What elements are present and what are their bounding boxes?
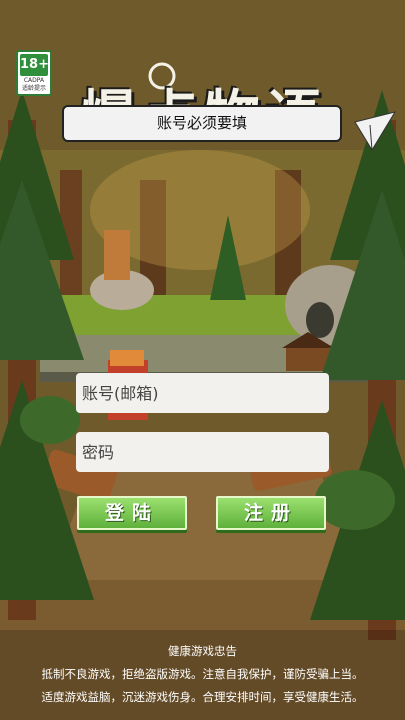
health-notice: 健康游戏忠告 抵制不良游戏，拒绝盗版游戏。注意自我保护，谨防受骗上当。 适度游戏… <box>0 640 405 709</box>
account-input[interactable] <box>76 373 329 413</box>
password-input[interactable] <box>76 432 329 472</box>
health-notice-line: 抵制不良游戏，拒绝盗版游戏。注意自我保护，谨防受骗上当。 <box>41 667 364 681</box>
age-rating-org: CADPA <box>23 77 45 84</box>
age-rating-tip: 适龄提示 <box>21 85 46 92</box>
error-toast: 账号必须要填 <box>62 105 342 142</box>
register-button[interactable]: 注册 <box>216 496 326 530</box>
age-rating-badge: 18+ CADPA 适龄提示 <box>16 50 52 96</box>
age-rating-number: 18+ <box>20 54 49 76</box>
health-notice-title: 健康游戏忠告 <box>168 644 237 658</box>
health-notice-line: 适度游戏益脑，沉迷游戏伤身。合理安排时间，享受健康生活。 <box>41 690 364 704</box>
login-button[interactable]: 登陆 <box>77 496 187 530</box>
